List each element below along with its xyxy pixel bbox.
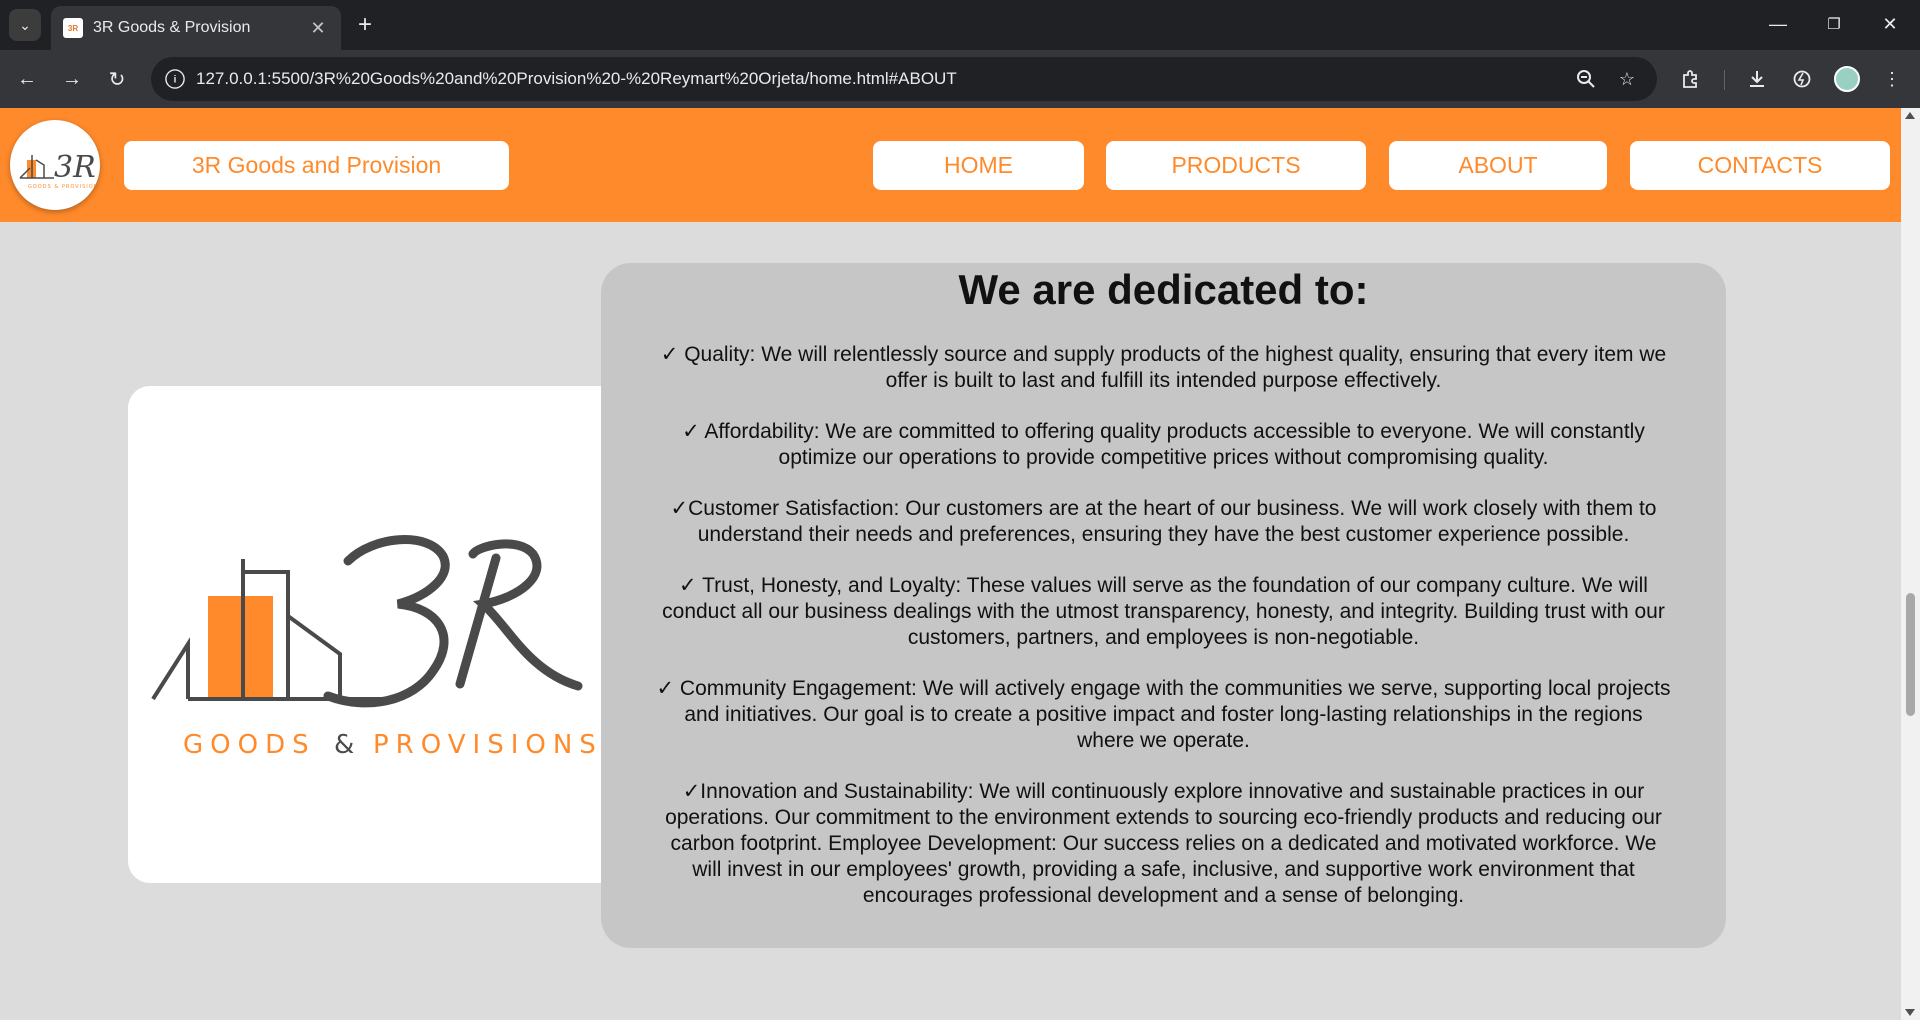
scrollbar-thumb[interactable] [1906, 593, 1915, 717]
logo-tagline-ampersand: & [334, 730, 354, 760]
brand-button[interactable]: 3R Goods and Provision [124, 141, 509, 190]
star-icon[interactable]: ☆ [1613, 65, 1641, 93]
chevron-down-icon: ⌄ [19, 16, 31, 33]
kebab-menu-icon[interactable]: ⋮ [1876, 63, 1908, 95]
svg-text:GOODS & PROVISIONS: GOODS & PROVISIONS [28, 184, 100, 190]
browser-toolbar: ← → ↻ i 127.0.0.1:5500/3R%20Goods%20and%… [0, 50, 1920, 108]
nav-contacts[interactable]: CONTACTS [1630, 141, 1890, 190]
about-list: ✓ Quality: We will relentlessly source a… [655, 342, 1672, 909]
about-item-innovation: ✓Innovation and Sustainability: We will … [665, 780, 1662, 907]
tab-title: 3R Goods & Provision [93, 19, 251, 36]
about-item-affordability: ✓ Affordability: We are committed to off… [682, 420, 1645, 469]
plus-icon: + [357, 11, 372, 38]
logo-tagline-provisions: PROVISIONS [373, 730, 603, 760]
page-scrollbar[interactable] [1901, 108, 1920, 1020]
reload-icon: ↻ [108, 68, 126, 91]
download-icon[interactable] [1741, 63, 1773, 95]
site-header: 3R GOODS & PROVISIONS 3R Goods and Provi… [0, 108, 1901, 222]
about-item-community: ✓ Community Engagement: We will actively… [656, 677, 1671, 752]
arrow-left-icon: ← [17, 67, 37, 90]
close-icon[interactable]: ✕ [307, 18, 329, 39]
about-item-customer-satisfaction: ✓Customer Satisfaction: Our customers ar… [670, 497, 1657, 546]
restore-icon: ❐ [1827, 16, 1841, 33]
scroll-down-arrow-icon[interactable] [1905, 1009, 1915, 1016]
nav-products[interactable]: PRODUCTS [1106, 141, 1366, 190]
gauge-icon[interactable] [1786, 63, 1818, 95]
tab-search-button[interactable]: ⌄ [9, 9, 41, 41]
favicon-icon: 3R [63, 18, 83, 38]
3r-logo-small: 3R GOODS & PROVISIONS [19, 150, 100, 190]
new-tab-button[interactable]: + [350, 10, 380, 40]
logo-tagline-goods: GOODS [183, 730, 316, 760]
url-text[interactable]: 127.0.0.1:5500/3R%20Goods%20and%20Provis… [196, 69, 957, 89]
nav-about[interactable]: ABOUT [1389, 141, 1607, 190]
window-close-button[interactable]: ✕ [1862, 0, 1918, 48]
svg-text:3R: 3R [54, 150, 96, 185]
scroll-up-arrow-icon[interactable] [1905, 112, 1915, 119]
toolbar-separator [1724, 70, 1725, 90]
about-title: We are dedicated to: [958, 266, 1369, 313]
minimize-icon: — [1769, 13, 1787, 34]
close-icon: ✕ [1882, 13, 1898, 34]
page-viewport: 3R GOODS & PROVISIONS 3R Goods and Provi… [0, 108, 1901, 1020]
nav-home[interactable]: HOME [873, 141, 1084, 190]
profile-avatar[interactable] [1834, 66, 1860, 92]
about-item-trust: ✓ Trust, Honesty, and Loyalty: These val… [662, 574, 1665, 649]
tab-strip: ⌄ 3R 3R Goods & Provision ✕ + — ❐ ✕ [0, 0, 1920, 50]
back-button[interactable]: ← [11, 63, 43, 95]
zoom-out-icon[interactable] [1572, 65, 1600, 93]
reload-button[interactable]: ↻ [101, 63, 133, 95]
forward-button[interactable]: → [56, 63, 88, 95]
address-bar[interactable]: i 127.0.0.1:5500/3R%20Goods%20and%20Prov… [151, 57, 1657, 101]
info-icon[interactable]: i [165, 69, 185, 89]
about-logo-card: GOODS & PROVISIONS [128, 386, 625, 883]
restore-button[interactable]: ❐ [1806, 0, 1862, 48]
3r-goods-provisions-logo: GOODS & PROVISIONS [151, 535, 603, 760]
about-section: We are dedicated to: ✓ Quality: We will … [601, 263, 1726, 948]
header-logo[interactable]: 3R GOODS & PROVISIONS [10, 120, 100, 210]
arrow-right-icon: → [62, 67, 82, 90]
puzzle-icon[interactable] [1675, 63, 1707, 95]
minimize-button[interactable]: — [1750, 0, 1806, 48]
about-item-quality: ✓ Quality: We will relentlessly source a… [660, 343, 1667, 392]
active-tab[interactable]: 3R 3R Goods & Provision ✕ [51, 6, 341, 50]
